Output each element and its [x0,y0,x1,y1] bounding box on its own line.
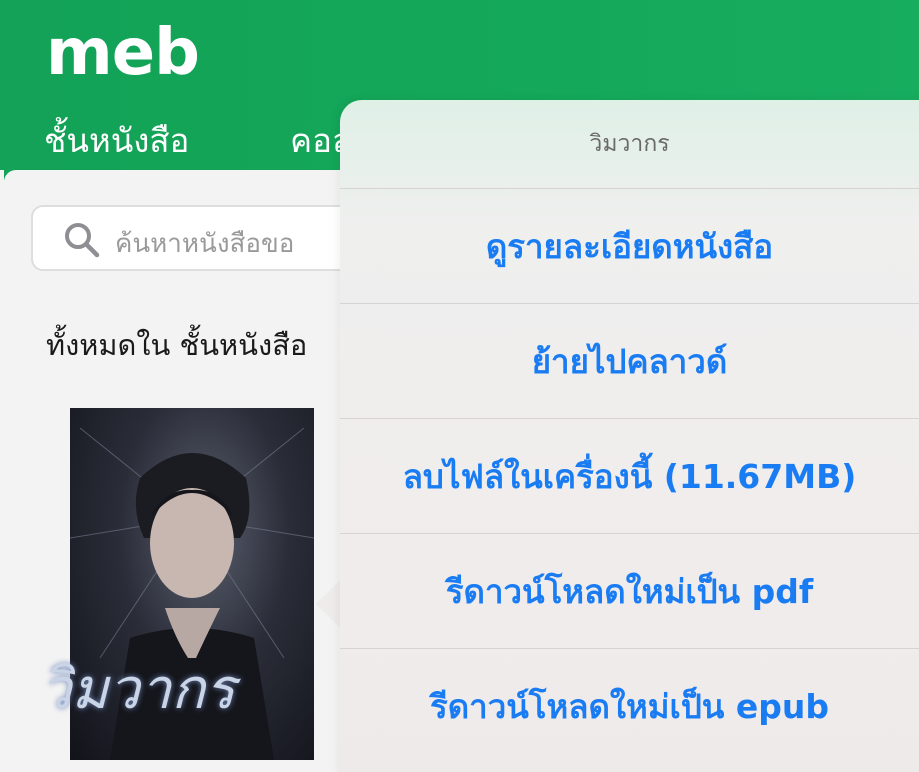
tab-bookshelf[interactable]: ชั้นหนังสือ [44,114,189,167]
redownload-epub-button[interactable]: รีดาวน์โหลดใหม่เป็น epub [340,648,919,763]
popover-title: วิมวากร [589,131,670,157]
popover-arrow [316,580,340,628]
cover-title: วิมวากร [40,657,236,722]
search-placeholder: ค้นหาหนังสือขอ [115,229,295,259]
delete-local-file-button[interactable]: ลบไฟล์ในเครื่องนี้ (11.67MB) [340,418,919,533]
app-logo: meb [46,16,200,90]
view-book-details-button[interactable]: ดูรายละเอียดหนังสือ [340,188,919,303]
search-icon [65,223,100,258]
book-actions-popover: วิมวากร ดูรายละเอียดหนังสือ ย้ายไปคลาวด์… [340,100,919,772]
redownload-pdf-button[interactable]: รีดาวน์โหลดใหม่เป็น pdf [340,533,919,648]
section-title: ทั้งหมดใน ชั้นหนังสือ [46,328,308,362]
move-to-cloud-button[interactable]: ย้ายไปคลาวด์ [340,303,919,418]
